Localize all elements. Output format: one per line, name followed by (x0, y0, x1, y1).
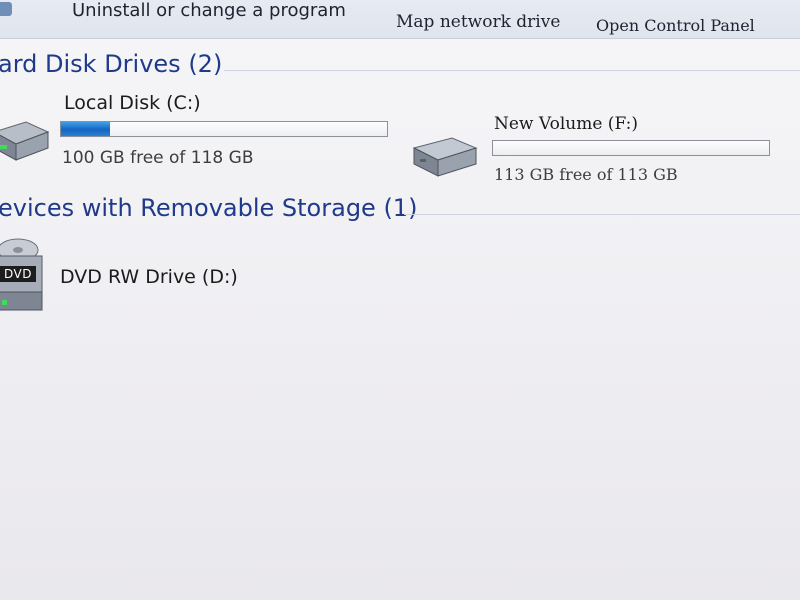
dvd-badge: DVD (0, 266, 36, 282)
drive-name-label: New Volume (F:) (494, 114, 638, 134)
drive-item-new-volume-f[interactable]: New Volume (F:) 113 GB free of 113 GB (408, 110, 788, 190)
drive-name-label: DVD RW Drive (D:) (60, 266, 238, 288)
drive-free-space-label: 113 GB free of 113 GB (494, 165, 678, 184)
drive-item-dvd-rw-d[interactable]: DVD DVD RW Drive (D:) (0, 236, 300, 316)
group-divider (224, 70, 800, 71)
drive-usage-fill (61, 122, 110, 136)
hard-drive-icon (0, 114, 50, 168)
drive-usage-bar (60, 121, 388, 137)
command-toolbar: Uninstall or change a program Map networ… (0, 0, 800, 39)
uninstall-program-button[interactable]: Uninstall or change a program (72, 0, 346, 21)
drive-free-space-label: 100 GB free of 118 GB (62, 148, 254, 168)
open-control-panel-button[interactable]: Open Control Panel (596, 16, 755, 35)
hard-drive-icon (408, 132, 478, 186)
toolbar-overflow-icon[interactable] (0, 2, 12, 16)
map-network-drive-button[interactable]: Map network drive (396, 12, 560, 32)
group-header-removable-storage[interactable]: evices with Removable Storage (1) (0, 194, 417, 222)
drive-name-label: Local Disk (C:) (64, 92, 201, 114)
computer-window: Uninstall or change a program Map networ… (0, 0, 800, 600)
drive-usage-bar (492, 140, 770, 156)
drive-item-local-disk-c[interactable]: Local Disk (C:) 100 GB free of 118 GB (0, 90, 400, 170)
group-divider (404, 214, 800, 215)
group-header-hard-disk-drives[interactable]: ard Disk Drives (2) (0, 50, 222, 78)
